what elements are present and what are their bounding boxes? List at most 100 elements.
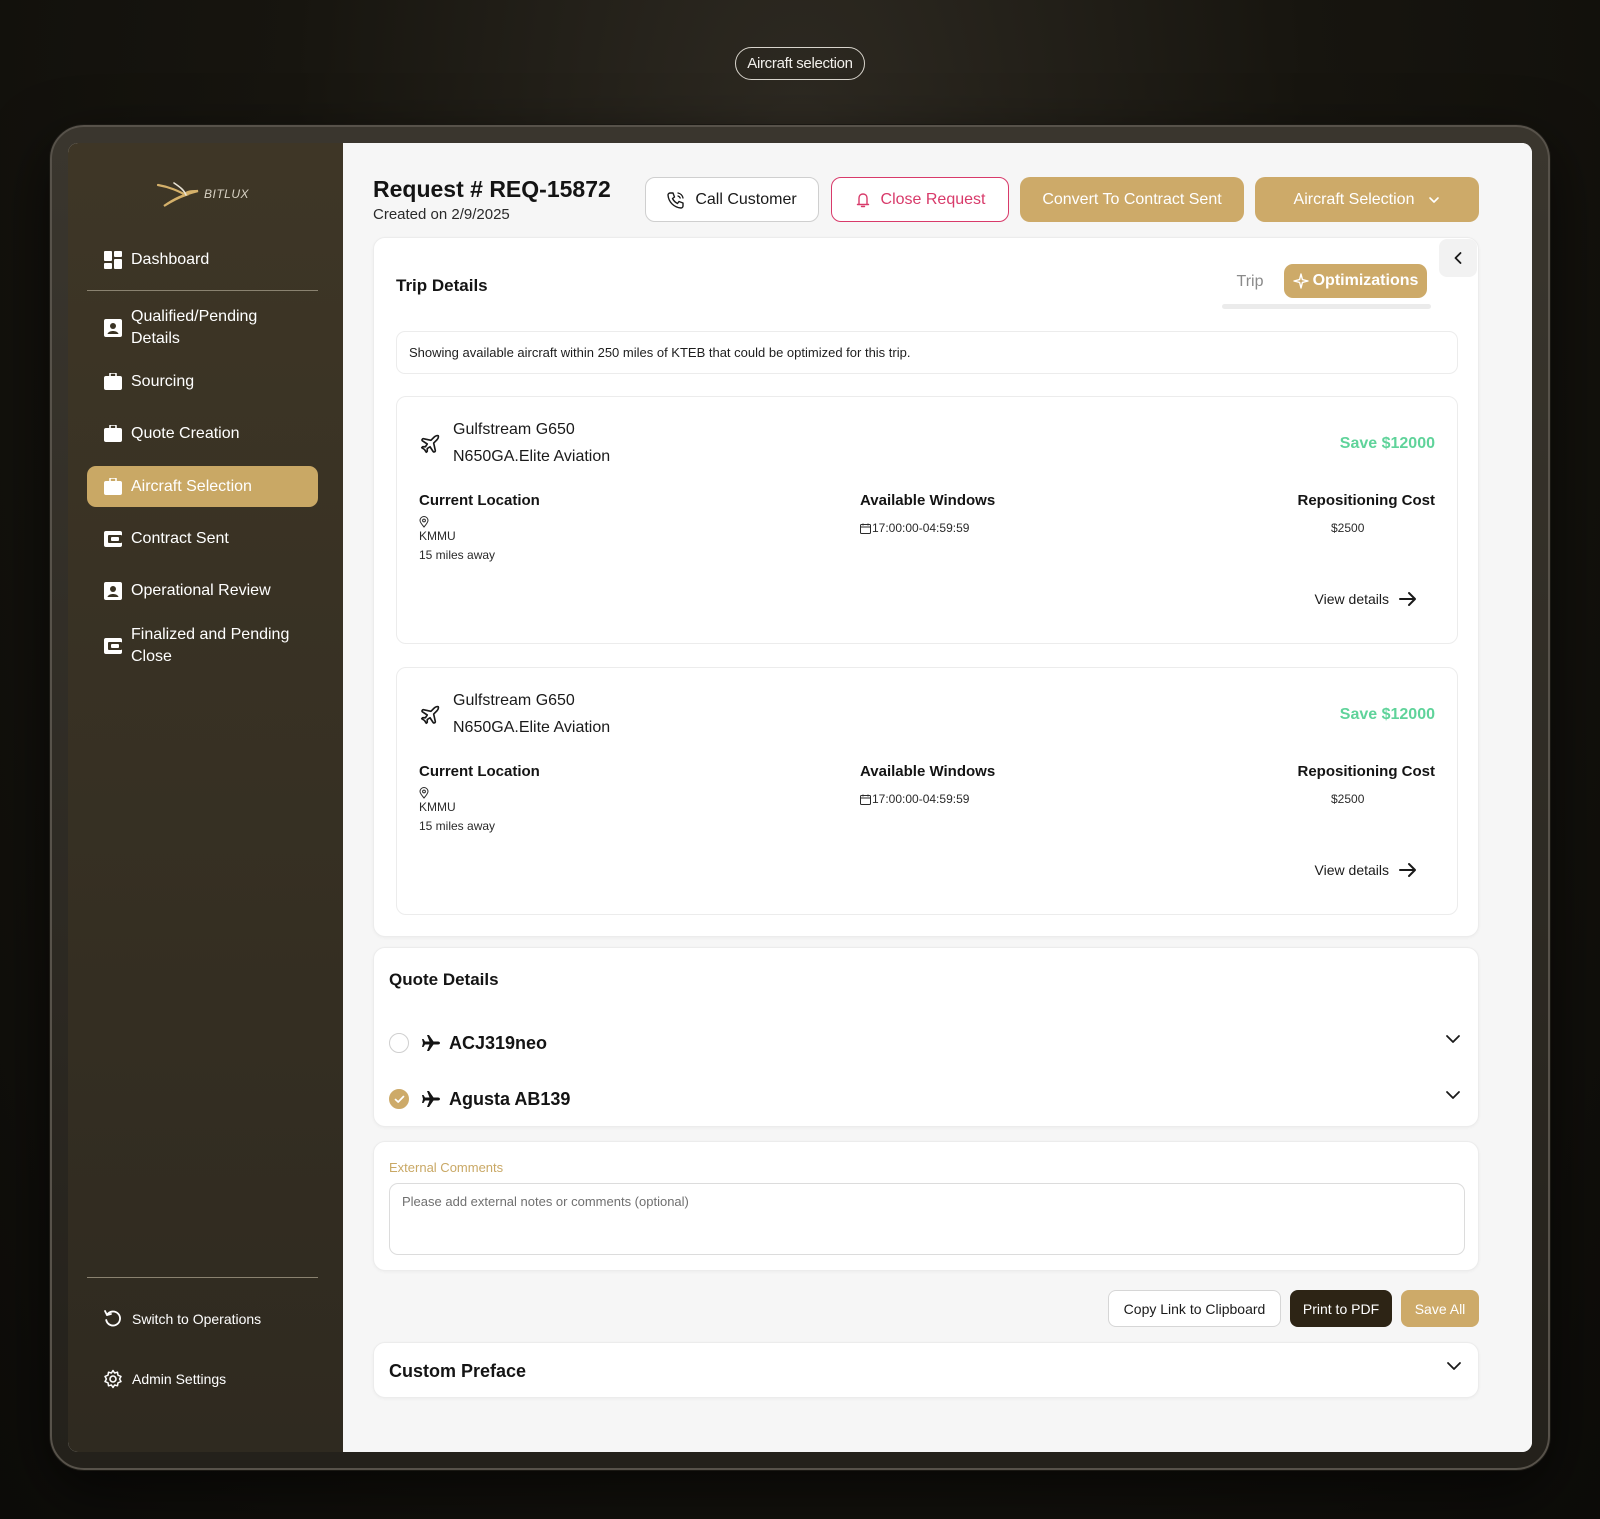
location-code: KMMU [419, 529, 456, 543]
external-comments-input[interactable] [389, 1183, 1465, 1255]
close-request-label: Close Request [880, 190, 986, 208]
custom-preface-card[interactable]: Custom Preface [373, 1342, 1479, 1398]
aircraft-selection-dropdown[interactable]: Aircraft Selection [1255, 177, 1479, 222]
calendar-icon [860, 523, 871, 534]
tab-trip[interactable]: Trip [1222, 266, 1278, 298]
chevron-down-icon[interactable] [1446, 1361, 1462, 1371]
main-content: Request # REQ-15872 Created on 2/9/2025 … [343, 143, 1532, 1452]
convert-to-contract-sent-button[interactable]: Convert To Contract Sent [1020, 177, 1244, 222]
phone-icon [667, 191, 685, 209]
trip-tabs: Trip Optimizations [1222, 262, 1432, 310]
quote-item-row[interactable]: Agusta AB139 [389, 1084, 1469, 1114]
location-distance: 15 miles away [419, 819, 496, 833]
chevron-down-icon[interactable] [1445, 1090, 1461, 1100]
tab-optimizations-label: Optimizations [1312, 272, 1419, 289]
sidebar-item-label: Dashboard [131, 251, 210, 268]
collapse-panel-button[interactable] [1439, 239, 1477, 277]
app-screen: BITLUX Dashboard Qualified/Pending Detai… [68, 143, 1532, 1452]
tab-indicator-track [1222, 304, 1431, 309]
print-to-pdf-button[interactable]: Print to PDF [1290, 1290, 1392, 1327]
aircraft-option-card[interactable]: Gulfstream G650 N650GA.Elite Aviation Sa… [396, 667, 1458, 915]
admin-settings-button[interactable]: Admin Settings [102, 1368, 226, 1390]
convert-label: Convert To Contract Sent [1042, 190, 1222, 208]
quote-details-title: Quote Details [389, 970, 499, 989]
repositioning-cost-value: $2500 [1331, 792, 1365, 806]
copy-link-button[interactable]: Copy Link to Clipboard [1108, 1290, 1281, 1327]
copy-link-label: Copy Link to Clipboard [1123, 1300, 1266, 1317]
sidebar-item-label: Aircraft Selection [131, 477, 252, 495]
sidebar-item-label: Quote Creation [131, 425, 240, 442]
external-comments-card: External Comments [373, 1141, 1479, 1271]
aircraft-option-card[interactable]: Gulfstream G650 N650GA.Elite Aviation Sa… [396, 396, 1458, 644]
sidebar-item-label: Sourcing [131, 373, 195, 390]
sidebar-divider [87, 290, 318, 291]
profile-card-icon [103, 318, 123, 338]
sidebar-item-aircraft-selection[interactable]: Aircraft Selection [87, 466, 318, 507]
page-context-pill: Aircraft selection [735, 47, 865, 80]
created-date: Created on 2/9/2025 [373, 206, 510, 223]
call-customer-label: Call Customer [695, 190, 797, 208]
sidebar-item-dashboard[interactable]: Dashboard [87, 243, 318, 277]
save-all-label: Save All [1414, 1300, 1466, 1317]
trip-details-card: Trip Details Trip Optimizations Showing … [373, 237, 1479, 937]
view-details-link[interactable]: View details [1315, 591, 1417, 607]
savings-badge: Save $12000 [1339, 706, 1435, 723]
chevron-down-icon[interactable] [1445, 1034, 1461, 1044]
sidebar-item-operational-review[interactable]: Operational Review [87, 574, 318, 608]
sidebar-item-quote-creation[interactable]: Quote Creation [87, 417, 318, 451]
brand-name: BITLUX [204, 187, 250, 201]
sidebar-item-qualified-pending[interactable]: Qualified/Pending Details [87, 303, 318, 353]
admin-settings-label: Admin Settings [132, 1371, 227, 1387]
profile-card-icon [103, 581, 123, 601]
arrow-right-icon [1399, 591, 1417, 607]
briefcase-icon [103, 424, 123, 444]
sidebar-item-finalized-pending-close[interactable]: Finalized and Pending Close [87, 621, 318, 671]
savings-badge: Save $12000 [1339, 435, 1435, 452]
switch-to-operations-button[interactable]: Switch to Operations [102, 1308, 261, 1330]
trip-details-title: Trip Details [396, 276, 488, 295]
gear-icon [102, 1368, 124, 1390]
call-customer-button[interactable]: Call Customer [645, 177, 819, 222]
refresh-icon [102, 1308, 124, 1330]
quote-item-name: Agusta AB139 [449, 1088, 571, 1109]
page-title: Request # REQ-15872 [373, 176, 611, 202]
airplane-filled-icon [421, 1090, 441, 1108]
sidebar: BITLUX Dashboard Qualified/Pending Detai… [68, 143, 343, 1452]
arrow-right-icon [1399, 862, 1417, 878]
chevron-down-icon [1428, 196, 1440, 204]
aircraft-operator: N650GA.Elite Aviation [453, 448, 611, 465]
view-details-link[interactable]: View details [1315, 862, 1417, 878]
chevron-left-icon [1453, 251, 1463, 265]
optimization-info-banner: Showing available aircraft within 250 mi… [396, 331, 1458, 374]
location-distance: 15 miles away [419, 548, 496, 562]
repositioning-cost-value: $2500 [1331, 521, 1365, 535]
view-details-label: View details [1314, 591, 1389, 607]
sidebar-item-label: Contract Sent [131, 530, 229, 547]
sidebar-item-label: Finalized and Pending Close [131, 626, 290, 665]
repositioning-cost-label: Repositioning Cost [1297, 492, 1436, 509]
airplane-filled-icon [421, 1034, 441, 1052]
available-window: 17:00:00-04:59:59 [860, 521, 969, 535]
quote-details-card: Quote Details ACJ319neo Agusta AB139 [373, 947, 1479, 1127]
current-location-label: Current Location [419, 492, 540, 509]
save-all-button[interactable]: Save All [1401, 1290, 1479, 1327]
window-time: 17:00:00-04:59:59 [872, 792, 970, 806]
quote-item-checkbox[interactable] [389, 1089, 409, 1109]
tab-optimizations[interactable]: Optimizations [1284, 264, 1427, 298]
sidebar-item-contract-sent[interactable]: Contract Sent [87, 522, 318, 556]
airplane-icon [419, 704, 441, 731]
aircraft-name: Gulfstream G650 [453, 421, 575, 438]
wallet-icon [103, 636, 123, 656]
sidebar-item-sourcing[interactable]: Sourcing [87, 365, 318, 399]
checkmark-icon [394, 1095, 404, 1103]
sidebar-divider [87, 1277, 318, 1278]
aircraft-selection-label: Aircraft Selection [1293, 190, 1415, 208]
quote-item-checkbox[interactable] [389, 1033, 409, 1053]
available-window: 17:00:00-04:59:59 [860, 792, 969, 806]
quote-item-row[interactable]: ACJ319neo [389, 1028, 1469, 1058]
repositioning-cost-label: Repositioning Cost [1297, 763, 1436, 780]
brand-logo[interactable]: BITLUX [156, 181, 249, 207]
window-time: 17:00:00-04:59:59 [872, 521, 970, 535]
close-request-button[interactable]: Close Request [831, 177, 1009, 222]
briefcase-icon [103, 477, 123, 497]
